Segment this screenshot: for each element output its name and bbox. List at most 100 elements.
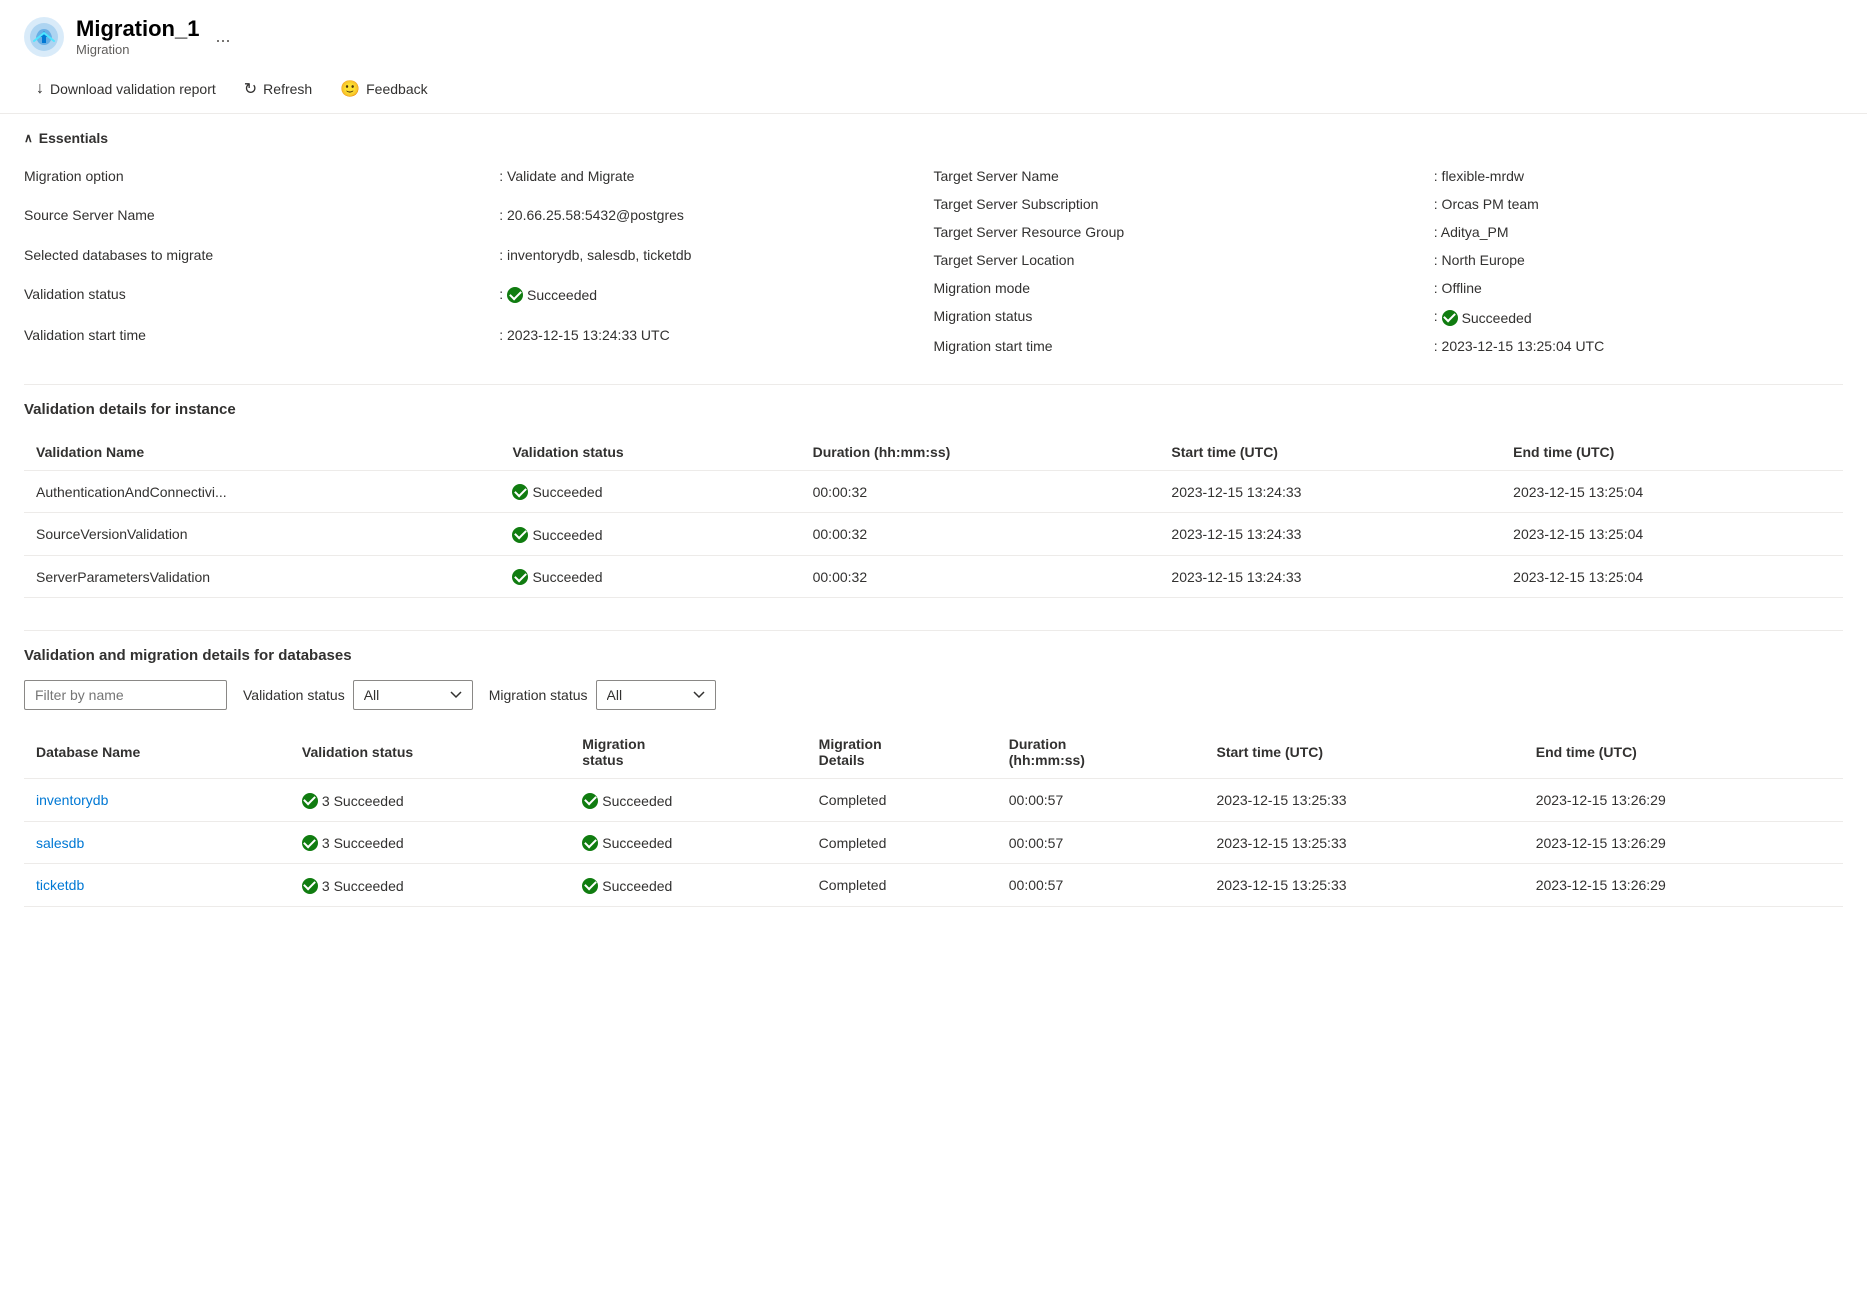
col-db-migration-status: Migrationstatus	[570, 726, 806, 779]
divider	[24, 384, 1843, 385]
validation-status-cell: Succeeded	[500, 555, 800, 598]
selected-databases-label: Selected databases to migrate	[24, 241, 491, 280]
validation-status-value: : Succeeded	[491, 280, 933, 321]
target-subscription-label: Target Server Subscription	[934, 190, 1426, 218]
check-circle-icon	[302, 878, 318, 894]
check-circle-icon	[582, 835, 598, 851]
check-circle-icon	[582, 793, 598, 809]
col-header-end-time: End time (UTC)	[1501, 434, 1843, 471]
target-location-value: : North Europe	[1426, 246, 1843, 274]
validation-name-cell: SourceVersionValidation	[24, 513, 500, 556]
target-location-label: Target Server Location	[934, 246, 1426, 274]
db-migration-details-cell: Completed	[807, 779, 997, 822]
page-subtitle: Migration	[76, 42, 199, 57]
db-start-time-cell: 2023-12-15 13:25:33	[1205, 821, 1524, 864]
source-server-label: Source Server Name	[24, 201, 491, 240]
download-icon: ↓	[36, 80, 44, 98]
table-row: inventorydb 3 Succeeded Succeeded Comple…	[24, 779, 1843, 822]
essentials-row: Validation start time : 2023-12-15 13:24…	[24, 321, 934, 360]
duration-cell: 00:00:32	[801, 555, 1160, 598]
refresh-button[interactable]: ↻ Refresh	[232, 73, 324, 105]
table-header-row: Validation Name Validation status Durati…	[24, 434, 1843, 471]
check-circle-icon	[512, 569, 528, 585]
migration-status-label: Migration status	[934, 302, 1426, 332]
start-time-cell: 2023-12-15 13:24:33	[1159, 513, 1501, 556]
page-title: Migration_1	[76, 16, 199, 42]
db-migration-status-cell: Succeeded	[570, 864, 806, 907]
download-validation-report-button[interactable]: ↓ Download validation report	[24, 74, 228, 104]
databases-table: Database Name Validation status Migratio…	[24, 726, 1843, 907]
col-db-end-time: End time (UTC)	[1524, 726, 1843, 779]
duration-cell: 00:00:32	[801, 513, 1160, 556]
db-link[interactable]: inventorydb	[36, 792, 108, 808]
essentials-row: Migration start time : 2023-12-15 13:25:…	[934, 332, 1844, 360]
table-row: AuthenticationAndConnectivi... Succeeded…	[24, 470, 1843, 513]
db-migration-details-cell: Completed	[807, 821, 997, 864]
essentials-row: Selected databases to migrate : inventor…	[24, 241, 934, 280]
end-time-cell: 2023-12-15 13:25:04	[1501, 470, 1843, 513]
validation-instance-table: Validation Name Validation status Durati…	[24, 434, 1843, 599]
essentials-grid: Migration option : Validate and Migrate …	[24, 162, 1843, 360]
target-resource-group-label: Target Server Resource Group	[934, 218, 1426, 246]
feedback-button[interactable]: 🙂 Feedback	[328, 73, 439, 105]
check-circle-icon	[302, 835, 318, 851]
main-content: ∧ Essentials Migration option : Validate…	[0, 114, 1867, 955]
target-resource-group-value: : Aditya_PM	[1426, 218, 1843, 246]
db-end-time-cell: 2023-12-15 13:26:29	[1524, 779, 1843, 822]
db-name-cell: ticketdb	[24, 864, 290, 907]
db-end-time-cell: 2023-12-15 13:26:29	[1524, 821, 1843, 864]
essentials-row: Target Server Location : North Europe	[934, 246, 1844, 274]
check-circle-icon	[507, 287, 523, 303]
essentials-title: Essentials	[39, 130, 108, 146]
migration-mode-label: Migration mode	[934, 274, 1426, 302]
essentials-row: Target Server Name : flexible-mrdw	[934, 162, 1844, 190]
migration-status-filter-label: Migration status	[489, 687, 588, 703]
source-server-value: : 20.66.25.58:5432@postgres	[491, 201, 933, 240]
essentials-row: Migration mode : Offline	[934, 274, 1844, 302]
db-migration-status-cell: Succeeded	[570, 821, 806, 864]
check-circle-icon	[1442, 310, 1458, 326]
migration-status-value: : Succeeded	[1426, 302, 1843, 332]
db-link[interactable]: ticketdb	[36, 877, 84, 893]
table-row: SourceVersionValidation Succeeded 00:00:…	[24, 513, 1843, 556]
validation-status-badge: Succeeded	[507, 287, 597, 303]
col-header-validation-status: Validation status	[500, 434, 800, 471]
col-db-duration: Duration(hh:mm:ss)	[997, 726, 1205, 779]
more-options-button[interactable]: ...	[211, 26, 234, 47]
db-validation-status-cell: 3 Succeeded	[290, 864, 570, 907]
col-header-duration: Duration (hh:mm:ss)	[801, 434, 1160, 471]
db-name-cell: salesdb	[24, 821, 290, 864]
validation-name-cell: ServerParametersValidation	[24, 555, 500, 598]
col-header-start-time: Start time (UTC)	[1159, 434, 1501, 471]
essentials-right: Target Server Name : flexible-mrdw Targe…	[934, 162, 1844, 360]
db-migration-status-cell: Succeeded	[570, 779, 806, 822]
validation-status-select[interactable]: All Succeeded Failed	[353, 680, 473, 710]
validation-status-filter-label: Validation status	[243, 687, 345, 703]
migration-status-badge: Succeeded	[1442, 310, 1532, 326]
essentials-left: Migration option : Validate and Migrate …	[24, 162, 934, 360]
migration-status-select[interactable]: All Succeeded Failed	[596, 680, 716, 710]
end-time-cell: 2023-12-15 13:25:04	[1501, 555, 1843, 598]
col-db-migration-details: MigrationDetails	[807, 726, 997, 779]
table-row: ServerParametersValidation Succeeded 00:…	[24, 555, 1843, 598]
db-name-cell: inventorydb	[24, 779, 290, 822]
essentials-row: Source Server Name : 20.66.25.58:5432@po…	[24, 201, 934, 240]
db-link[interactable]: salesdb	[36, 835, 84, 851]
check-circle-icon	[582, 878, 598, 894]
duration-cell: 00:00:32	[801, 470, 1160, 513]
validation-databases-title: Validation and migration details for dat…	[24, 647, 1843, 664]
essentials-row: Validation status : Succeeded	[24, 280, 934, 321]
filter-by-name-input[interactable]	[24, 680, 227, 710]
migration-option-value: : Validate and Migrate	[491, 162, 933, 201]
db-migration-details-cell: Completed	[807, 864, 997, 907]
db-validation-status-cell: 3 Succeeded	[290, 821, 570, 864]
selected-databases-value: : inventorydb, salesdb, ticketdb	[491, 241, 933, 280]
toolbar: ↓ Download validation report ↻ Refresh 🙂…	[0, 65, 1867, 114]
validation-instance-title: Validation details for instance	[24, 401, 1843, 418]
migration-start-value: : 2023-12-15 13:25:04 UTC	[1426, 332, 1843, 360]
azure-migration-icon	[24, 17, 64, 57]
page-header: Migration_1 Migration ...	[0, 0, 1867, 65]
validation-start-label: Validation start time	[24, 321, 491, 360]
db-start-time-cell: 2023-12-15 13:25:33	[1205, 864, 1524, 907]
validation-status-cell: Succeeded	[500, 470, 800, 513]
